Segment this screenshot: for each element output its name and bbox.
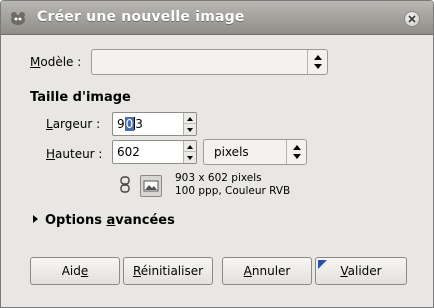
template-label: Modèle : [30,55,82,69]
arrow-up-icon [187,145,193,149]
aspect-ratio-button[interactable] [140,175,162,197]
close-icon [408,15,416,23]
image-info: 903 x 602 pixels 100 ppp, Couleur RVB [175,172,290,198]
template-combo[interactable] [91,49,328,75]
width-increment-button[interactable] [184,113,196,124]
triangle-right-icon [33,215,38,223]
width-value[interactable]: 90 3 [117,117,143,131]
new-image-dialog: Créer une nouvelle image Modèle : Taille… [0,0,434,308]
default-button-marker [318,260,327,269]
unit-combo-arrow[interactable] [286,140,306,164]
height-decrement-button[interactable] [184,152,196,163]
height-increment-button[interactable] [184,141,196,152]
help-button[interactable]: Aide [30,257,120,285]
dialog-content: Modèle : Taille d'image Largeur : 90 3 H… [1,36,433,307]
gimp-wilber-icon [11,12,25,25]
image-size-section-title: Taille d'image [30,90,131,105]
title-bar[interactable]: Créer une nouvelle image [1,1,433,35]
image-resolution-text: 100 ppp, Couleur RVB [175,185,291,197]
height-value[interactable]: 602 [117,145,140,159]
arrow-down-icon [187,128,193,132]
unit-combo[interactable]: pixels [203,139,307,165]
width-decrement-button[interactable] [184,124,196,135]
chain-link-icon[interactable] [118,176,132,193]
close-button[interactable] [404,11,420,27]
up-down-arrows-icon [314,55,322,69]
height-spinbutton[interactable]: 602 [112,140,197,164]
cancel-button[interactable]: Annuler [222,257,312,285]
unit-value: pixels [214,145,249,159]
width-spin-buttons [183,113,196,135]
height-label: Hauteur : [46,147,103,161]
arrow-up-icon [187,117,193,121]
window-title: Créer une nouvelle image [37,9,245,25]
width-label: Largeur : [46,117,101,131]
ok-button[interactable]: Valider [315,257,407,285]
template-combo-arrow[interactable] [307,50,327,74]
reset-button[interactable]: Réinitialiser [123,257,213,285]
width-spinbutton[interactable]: 90 3 [112,112,197,136]
advanced-options-expander[interactable]: Options avancées [33,213,175,228]
arrow-down-icon [187,156,193,160]
up-down-arrows-icon [293,145,301,159]
height-spin-buttons [183,141,196,163]
landscape-image-icon [143,180,159,192]
image-dimensions-text: 903 x 602 pixels [175,172,262,184]
